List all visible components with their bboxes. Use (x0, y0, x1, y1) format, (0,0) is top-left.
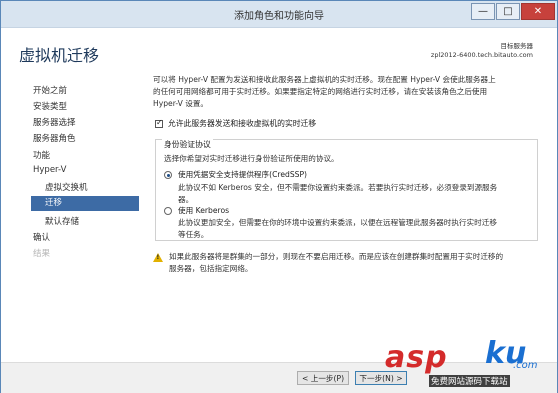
site-watermark: asp ku .com 免费网站源码下载站 (385, 336, 555, 392)
credssp-description: 此协议不如 Kerberos 安全，但不需要你设置约束委派。若要执行实时迁移，必… (178, 182, 523, 206)
credssp-desc-line: 此协议不如 Kerberos 安全，但不需要你设置约束委派。若要执行实时迁移，必… (178, 183, 498, 192)
intro-line: 可以将 Hyper-V 配置为发送和接收此服务器上虚拟机的实时迁移。现在配置 H… (153, 75, 496, 84)
intro-line: 的任何可用网络都可用于实时迁移。如果要指定特定的网络进行实时迁移，请在安装该角色… (153, 87, 488, 96)
title-bar: 添加角色和功能向导 — □ ✕ (1, 1, 557, 28)
kerberos-description: 此协议更加安全，但需要在你的环境中设置约束委派，以便在远程管理此服务器时执行实时… (178, 217, 523, 241)
intro-text: 可以将 Hyper-V 配置为发送和接收此服务器上虚拟机的实时迁移。现在配置 H… (153, 74, 539, 110)
kerberos-desc-line: 等任务。 (178, 230, 209, 239)
auth-protocol-group: 身份验证协议 选择你希望对实时迁移进行身份验证所使用的协议。 使用凭据安全支持提… (155, 139, 538, 241)
destination-server-name: zpl2012-6400.tech.bitauto.com (430, 51, 533, 59)
intro-line: Hyper-V 设置。 (153, 99, 209, 108)
wizard-header: 虚拟机迁移 目标服务器 zpl2012-6400.tech.bitauto.co… (1, 28, 557, 74)
auth-protocol-description: 选择你希望对实时迁移进行身份验证所使用的协议。 (164, 154, 339, 163)
nav-item-virtual-switches[interactable]: 虚拟交换机 (45, 181, 88, 193)
auth-protocol-title: 身份验证协议 (162, 139, 213, 150)
nav-item-server-roles[interactable]: 服务器角色 (33, 132, 76, 144)
nav-item-before-you-begin[interactable]: 开始之前 (33, 84, 67, 96)
nav-item-features[interactable]: 功能 (33, 149, 50, 161)
minimize-button[interactable]: — (471, 3, 495, 20)
watermark-brand-asp: asp (385, 340, 448, 375)
kerberos-radio[interactable] (164, 207, 172, 215)
credssp-radio[interactable] (164, 171, 172, 179)
watermark-suffix: .com (513, 360, 538, 371)
allow-migration-label[interactable]: 允许此服务器发送和接收虚拟机的实时迁移 (168, 118, 316, 129)
warning-text: 如果此服务器将是群集的一部分，则现在不要启用迁移。而是应该在创建群集时配置用于实… (169, 251, 541, 275)
warning-line: 如果此服务器将是群集的一部分，则现在不要启用迁移。而是应该在创建群集时配置用于实… (169, 252, 504, 261)
nav-item-server-selection[interactable]: 服务器选择 (33, 116, 76, 128)
allow-migration-row[interactable]: ✓ 允许此服务器发送和接收虚拟机的实时迁移 (155, 118, 316, 129)
allow-migration-checkbox[interactable]: ✓ (155, 117, 163, 128)
wizard-window: 添加角色和功能向导 — □ ✕ 虚拟机迁移 目标服务器 zpl2012-6400… (0, 0, 558, 393)
destination-server-label: 目标服务器 (500, 42, 534, 50)
watermark-subtitle: 免费网站源码下载站 (429, 375, 510, 387)
page-title: 虚拟机迁移 (19, 46, 100, 65)
kerberos-label[interactable]: 使用 Kerberos (178, 205, 229, 216)
nav-item-migration[interactable]: 迁移 (31, 196, 139, 211)
nav-item-confirmation[interactable]: 确认 (33, 231, 50, 243)
warning-icon: ! (153, 253, 163, 262)
close-button[interactable]: ✕ (521, 3, 555, 20)
credssp-desc-line: 器。 (178, 195, 194, 204)
previous-button[interactable]: < 上一步(P) (297, 371, 349, 385)
nav-item-installation-type[interactable]: 安装类型 (33, 100, 67, 112)
check-icon: ✓ (156, 117, 163, 127)
maximize-button[interactable]: □ (496, 3, 520, 20)
warning-line: 服务器，包括指定网络。 (169, 264, 253, 273)
nav-item-results: 结果 (33, 249, 51, 259)
nav-item-default-stores[interactable]: 默认存储 (45, 215, 79, 227)
kerberos-desc-line: 此协议更加安全，但需要在你的环境中设置约束委派，以便在远程管理此服务器时执行实时… (178, 218, 497, 227)
radio-selected-dot (166, 173, 170, 177)
credssp-label[interactable]: 使用凭据安全支持提供程序(CredSSP) (178, 169, 307, 180)
nav-item-hyper-v[interactable]: Hyper-V (33, 165, 66, 175)
